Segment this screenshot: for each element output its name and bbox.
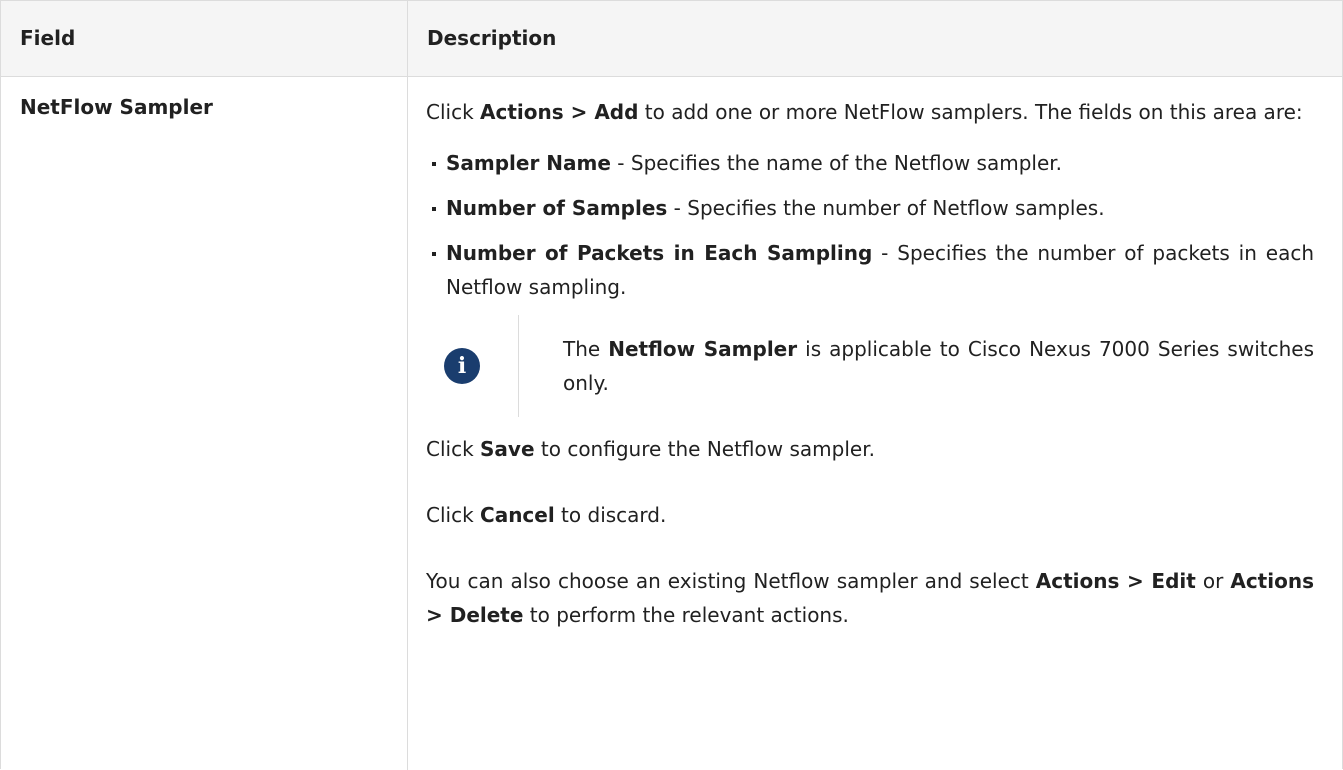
parameters-table: Field Description NetFlow Sampler Click … — [0, 0, 1343, 770]
cancel-bold: Cancel — [480, 503, 555, 527]
cancel-text-1: Click — [426, 503, 481, 527]
edit-bold-actions-edit: Actions > Edit — [1035, 569, 1196, 593]
save-bold: Save — [480, 437, 535, 461]
bullet-text: - Specifies the number of Netflow sample… — [667, 196, 1105, 220]
edit-paragraph: You can also choose an existing Netflow … — [426, 564, 1314, 632]
list-item: Sampler Name - Specifies the name of the… — [428, 146, 1314, 180]
save-text-1: Click — [426, 437, 481, 461]
edit-text-3: to perform the relevant actions. — [523, 603, 849, 627]
header-description: Description — [427, 26, 557, 50]
intro-bold-actions-add: Actions > Add — [480, 100, 639, 124]
header-field: Field — [1, 1, 408, 76]
cancel-paragraph: Click Cancel to discard. — [426, 498, 1314, 532]
field-list: Sampler Name - Specifies the name of the… — [428, 146, 1314, 304]
note-text-1: The — [563, 337, 609, 361]
bullet-text: - Specifies the name of the Netflow samp… — [610, 151, 1062, 175]
bullet-term: Number of Samples — [446, 196, 668, 220]
bullet-term: Sampler Name — [446, 151, 611, 175]
note-text: The Netflow Sampler is applicable to Cis… — [519, 332, 1314, 400]
note-bold: Netflow Sampler — [608, 337, 798, 361]
list-item: Number of Packets in Each Sampling - Spe… — [428, 236, 1314, 304]
cancel-text-2: to discard. — [554, 503, 667, 527]
intro-text-1: Click — [426, 100, 481, 124]
table-row: NetFlow Sampler Click Actions > Add to a… — [1, 77, 1342, 770]
info-icon: i — [444, 348, 480, 384]
field-name: NetFlow Sampler — [1, 77, 408, 770]
table-header-row: Field Description — [1, 1, 1342, 77]
list-item: Number of Samples - Specifies the number… — [428, 191, 1314, 225]
bullet-term: Number of Packets in Each Sampling — [446, 241, 873, 265]
save-paragraph: Click Save to configure the Netflow samp… — [426, 432, 1314, 466]
description-cell: Click Actions > Add to add one or more N… — [408, 77, 1342, 770]
edit-text-1: You can also choose an existing Netflow … — [426, 569, 1036, 593]
save-text-2: to configure the Netflow sampler. — [534, 437, 875, 461]
intro-paragraph: Click Actions > Add to add one or more N… — [426, 95, 1314, 129]
intro-text-2: to add one or more NetFlow samplers. The… — [638, 100, 1303, 124]
edit-text-2: or — [1195, 569, 1231, 593]
note-box: i The Netflow Sampler is applicable to C… — [444, 315, 1314, 417]
